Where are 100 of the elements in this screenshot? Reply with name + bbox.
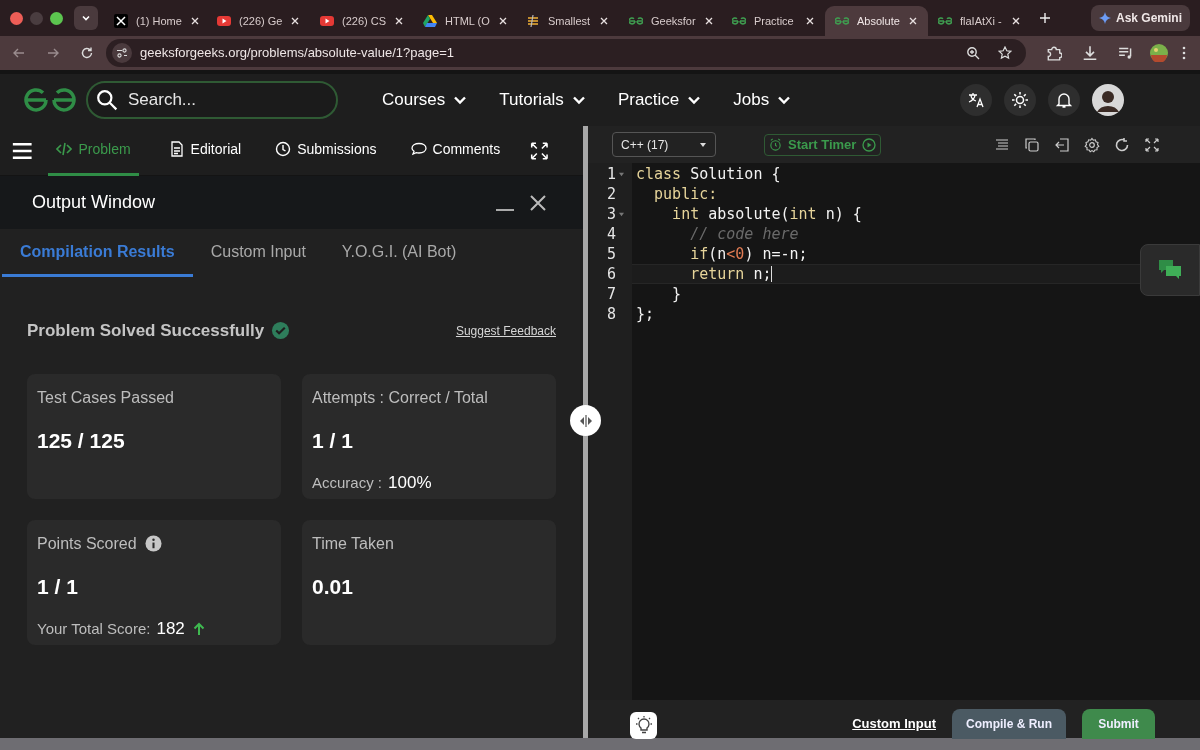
close-icon[interactable] <box>290 16 301 26</box>
user-avatar[interactable] <box>1092 84 1124 116</box>
ask-gemini-button[interactable]: Ask Gemini <box>1090 5 1190 31</box>
stat-label: Points Scored <box>37 533 137 554</box>
close-icon[interactable] <box>394 16 405 26</box>
search-field[interactable]: Search... <box>86 81 338 119</box>
x-logo-icon <box>114 14 128 28</box>
close-icon[interactable] <box>529 193 547 212</box>
language-dropdown[interactable]: C++ (17) <box>612 132 716 157</box>
fullscreen-icon[interactable] <box>1144 136 1160 153</box>
line-number: 2 <box>606 183 616 205</box>
notification-button[interactable] <box>1048 84 1080 116</box>
close-icon[interactable] <box>599 16 609 26</box>
profile-avatar[interactable] <box>1150 44 1168 62</box>
notification-icon <box>1055 91 1073 109</box>
code-line: class Solution { <box>636 163 781 185</box>
close-icon[interactable] <box>703 16 714 26</box>
line-number: 5 <box>606 243 616 265</box>
fold-icon[interactable] <box>618 211 625 217</box>
fold-icon[interactable] <box>618 171 625 177</box>
reload-icon[interactable] <box>80 46 94 60</box>
nav-menu[interactable]: Jobs <box>733 87 792 113</box>
translate-button[interactable] <box>960 84 992 116</box>
stat-value: 100% <box>388 472 432 494</box>
window-control[interactable] <box>10 11 23 25</box>
nav-menu[interactable]: Practice <box>617 87 702 113</box>
close-icon[interactable] <box>497 16 508 26</box>
stat-value: 1 / 1 <box>312 427 354 454</box>
output-tab[interactable]: Custom Input <box>192 229 324 277</box>
site-settings-icon[interactable] <box>112 43 132 63</box>
compile-run-button[interactable]: Compile & Run <box>952 709 1066 739</box>
submit-button[interactable]: Submit <box>1082 709 1155 739</box>
window-control[interactable] <box>50 11 63 25</box>
code-line: public: <box>653 183 718 205</box>
browser-tab[interactable]: (226) Ge <box>207 6 310 36</box>
code-line: } <box>671 283 682 305</box>
zoom-icon[interactable] <box>966 46 980 60</box>
play-icon <box>217 14 231 28</box>
close-icon[interactable] <box>1011 16 1021 26</box>
browser-tab[interactable]: Smallest <box>516 6 619 36</box>
line-number: 6 <box>606 263 616 285</box>
gfg-logo-icon <box>629 14 643 28</box>
horizontal-scrollbar[interactable] <box>0 738 1200 750</box>
format-icon[interactable] <box>994 136 1010 153</box>
reset-icon[interactable] <box>1114 136 1130 153</box>
close-icon[interactable] <box>189 16 200 26</box>
browser-tab[interactable]: (1) Home <box>104 6 207 36</box>
caret-icon <box>699 141 707 148</box>
media-icon[interactable] <box>1118 45 1134 61</box>
hint-button[interactable] <box>630 711 657 739</box>
stat-value: 125 / 125 <box>37 427 126 454</box>
gfg-logo[interactable] <box>24 87 76 113</box>
back-icon[interactable] <box>12 46 26 60</box>
address-bar[interactable]: geeksforgeeks.org/problems/absolute-value/1?page=1 <box>106 39 1026 67</box>
output-tab[interactable]: Compilation Results <box>2 229 193 277</box>
chat-bubbles-icon <box>1158 259 1182 281</box>
info-icon[interactable] <box>144 535 162 552</box>
star-icon[interactable] <box>998 46 1012 60</box>
problem-tab[interactable]: Submissions <box>271 125 381 176</box>
extension-icon[interactable] <box>1046 45 1062 61</box>
problem-tab[interactable]: Editorial <box>164 125 246 176</box>
menu-icon[interactable] <box>12 140 33 161</box>
import-icon[interactable] <box>1054 136 1070 153</box>
new-tab-icon[interactable] <box>1039 12 1051 24</box>
problem-tab[interactable]: Comments <box>406 125 505 176</box>
stat-label: Time Taken <box>312 533 394 554</box>
theme-icon <box>1011 91 1029 109</box>
line-number: 4 <box>606 223 616 245</box>
clock-icon <box>275 141 292 157</box>
code-line: }; <box>636 303 655 325</box>
custom-input-link[interactable]: Custom Input <box>852 714 936 734</box>
stat-value: 182 <box>156 618 185 640</box>
start-timer-button[interactable]: Start Timer <box>764 133 882 156</box>
close-icon[interactable] <box>805 16 815 26</box>
play-icon <box>320 14 334 28</box>
more-icon[interactable] <box>1182 46 1186 60</box>
lightbulb-icon <box>633 715 654 735</box>
download-icon[interactable] <box>1082 45 1098 61</box>
tab-list-button[interactable] <box>74 6 98 30</box>
browser-tab[interactable]: (226) CS <box>310 6 413 36</box>
copy-icon[interactable] <box>1024 136 1040 153</box>
browser-tab[interactable]: flaIAtXi - <box>928 6 1031 36</box>
settings-icon[interactable] <box>1084 136 1100 153</box>
browser-tab[interactable]: Practice <box>722 6 825 36</box>
browser-tab[interactable]: Geeksfor <box>619 6 722 36</box>
close-icon[interactable] <box>908 16 918 26</box>
feedback-link[interactable]: Suggest Feedback <box>455 321 556 340</box>
browser-tab[interactable]: Absolute <box>825 6 928 36</box>
line-number: 1 <box>606 163 616 185</box>
text-cursor <box>771 266 773 282</box>
theme-button[interactable] <box>1004 84 1036 116</box>
nav-menu[interactable]: Courses <box>382 87 468 113</box>
line-number: 8 <box>606 303 616 325</box>
browser-tab[interactable]: HTML (O <box>413 6 516 36</box>
code-editor[interactable]: 1 2 3 4 5 6 7 8 class Solution { public: int absolute(int n) { // code here if(n<0) n=-n; return n; } }; <box>588 163 1200 700</box>
resize-icon <box>578 414 593 427</box>
output-tab[interactable]: Y.O.G.I. (AI Bot) <box>323 229 475 277</box>
forward-icon[interactable] <box>46 46 60 60</box>
chat-button[interactable] <box>1140 244 1200 296</box>
nav-menu[interactable]: Tutorials <box>499 87 586 113</box>
